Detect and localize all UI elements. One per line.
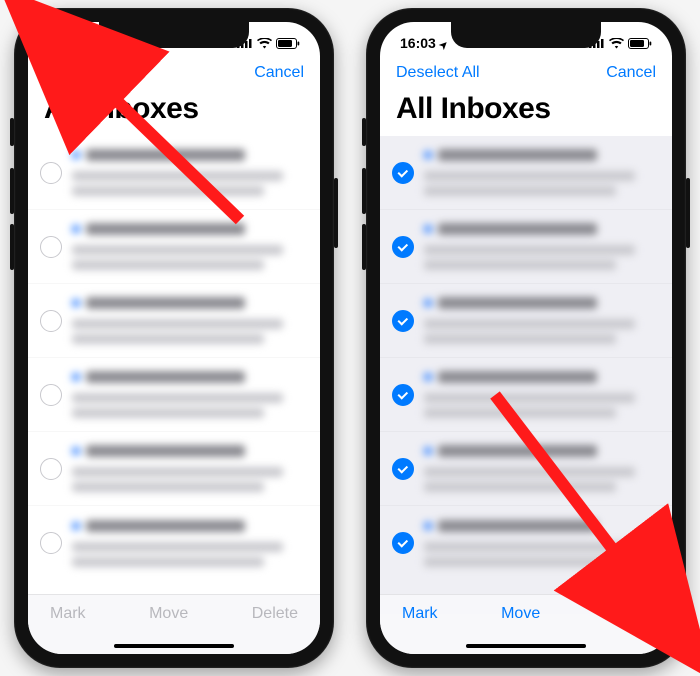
notch: [99, 22, 249, 48]
bottom-toolbar: Mark Move Delete: [380, 594, 672, 654]
battery-icon: [628, 38, 652, 49]
mail-row[interactable]: [380, 284, 672, 358]
selection-checkbox[interactable]: [392, 532, 414, 554]
selection-checkbox[interactable]: [392, 384, 414, 406]
phone-right: 16:03: [366, 8, 686, 668]
mail-row[interactable]: [28, 284, 320, 358]
screen: 16:03: [380, 22, 672, 654]
mail-preview-redacted: [72, 144, 306, 201]
mail-row[interactable]: [28, 358, 320, 432]
mail-preview-redacted: [72, 515, 306, 572]
mail-row[interactable]: [380, 136, 672, 210]
mute-switch: [362, 118, 366, 146]
device-frame: 16:02: [14, 8, 334, 668]
mail-preview-redacted: [72, 440, 306, 497]
volume-up-button: [10, 168, 14, 214]
select-all-button[interactable]: Select All: [44, 64, 110, 82]
page-title: All Inboxes: [380, 86, 672, 136]
selection-checkbox[interactable]: [392, 162, 414, 184]
selection-checkbox[interactable]: [40, 310, 62, 332]
mail-row[interactable]: [380, 358, 672, 432]
selection-checkbox[interactable]: [40, 236, 62, 258]
mail-preview-redacted: [72, 366, 306, 423]
battery-icon: [276, 38, 300, 49]
mail-row[interactable]: [380, 210, 672, 284]
home-indicator[interactable]: [466, 644, 586, 648]
wifi-icon: [257, 38, 272, 49]
location-icon: [440, 35, 448, 51]
mail-list[interactable]: [28, 136, 320, 614]
nav-bar: Deselect All Cancel: [380, 58, 672, 86]
cancel-button[interactable]: Cancel: [606, 64, 656, 82]
deselect-all-button[interactable]: Deselect All: [396, 64, 480, 82]
page-title: All Inboxes: [28, 86, 320, 136]
mark-button[interactable]: Mark: [402, 605, 438, 623]
nav-bar: Select All Cancel: [28, 58, 320, 86]
mail-row[interactable]: [380, 432, 672, 506]
cancel-button[interactable]: Cancel: [254, 64, 304, 82]
mail-preview-redacted: [424, 366, 658, 423]
mail-preview-redacted: [72, 218, 306, 275]
mail-preview-redacted: [424, 144, 658, 201]
delete-button: Delete: [252, 605, 298, 623]
mail-list[interactable]: [380, 136, 672, 614]
mail-preview-redacted: [72, 292, 306, 349]
selection-checkbox[interactable]: [40, 162, 62, 184]
mail-row[interactable]: [380, 506, 672, 580]
volume-down-button: [362, 224, 366, 270]
phone-left: 16:02: [14, 8, 334, 668]
mail-row[interactable]: [28, 506, 320, 580]
wifi-icon: [609, 38, 624, 49]
mail-preview-redacted: [424, 440, 658, 497]
selection-checkbox[interactable]: [392, 310, 414, 332]
home-indicator[interactable]: [114, 644, 234, 648]
selection-checkbox[interactable]: [40, 384, 62, 406]
power-button: [334, 178, 338, 248]
bottom-toolbar: Mark Move Delete: [28, 594, 320, 654]
screen: 16:02: [28, 22, 320, 654]
mute-switch: [10, 118, 14, 146]
status-time: 16:03: [400, 35, 436, 51]
mark-button: Mark: [50, 605, 86, 623]
notch: [451, 22, 601, 48]
power-button: [686, 178, 690, 248]
mail-row[interactable]: [28, 210, 320, 284]
mail-preview-redacted: [424, 515, 658, 572]
move-button: Move: [149, 605, 188, 623]
mail-row[interactable]: [28, 136, 320, 210]
volume-down-button: [10, 224, 14, 270]
status-time: 16:02: [48, 35, 84, 51]
device-frame: 16:03: [366, 8, 686, 668]
mail-preview-redacted: [424, 292, 658, 349]
delete-button[interactable]: Delete: [604, 605, 650, 623]
selection-checkbox[interactable]: [392, 236, 414, 258]
selection-checkbox[interactable]: [40, 458, 62, 480]
volume-up-button: [362, 168, 366, 214]
move-button[interactable]: Move: [501, 605, 540, 623]
mail-preview-redacted: [424, 218, 658, 275]
selection-checkbox[interactable]: [40, 532, 62, 554]
selection-checkbox[interactable]: [392, 458, 414, 480]
location-icon: [88, 35, 96, 51]
mail-row[interactable]: [28, 432, 320, 506]
